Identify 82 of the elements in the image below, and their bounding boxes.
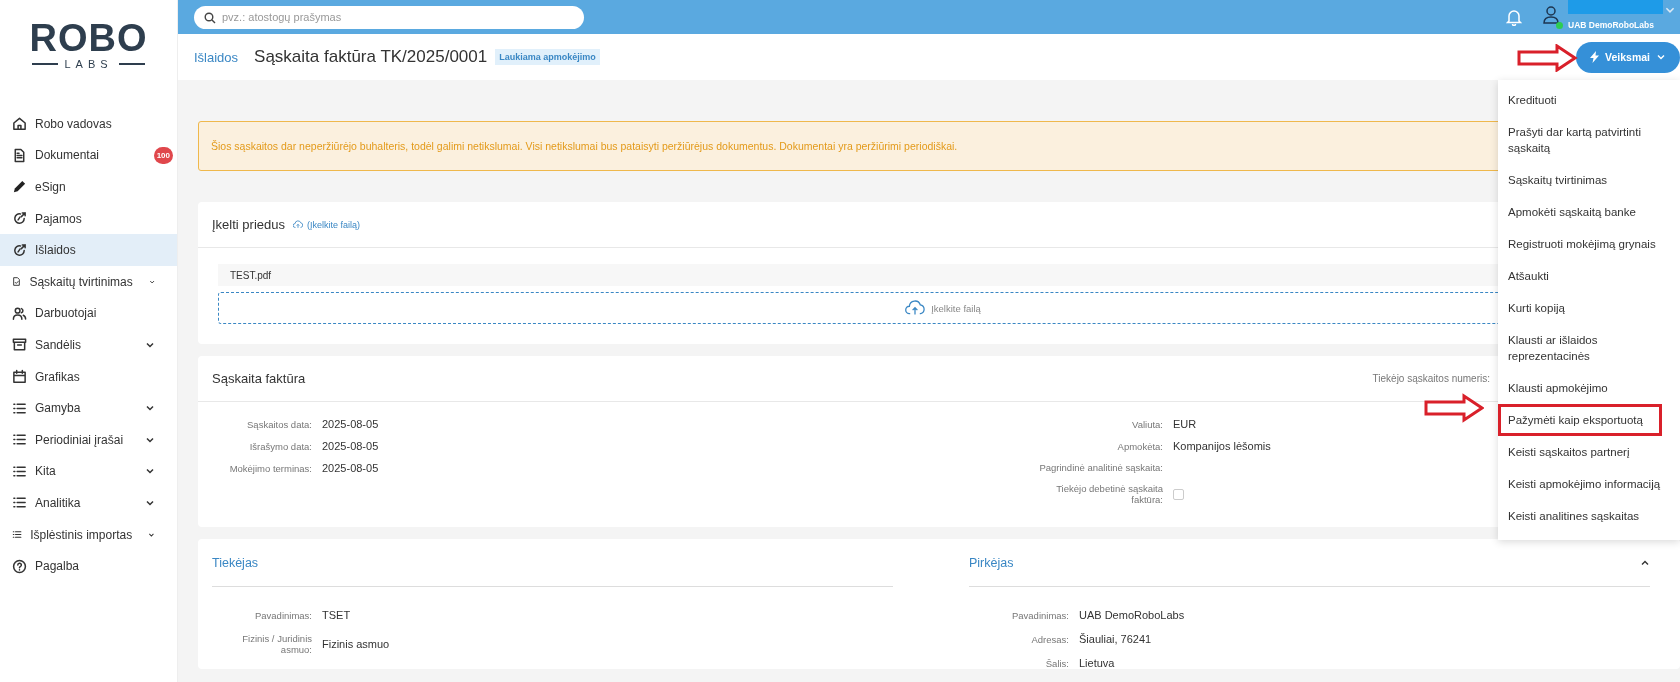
menu-item[interactable]: Klausti ar išlaidos reprezentacinės <box>1498 324 1680 372</box>
field-value: Kompanijos lėšomis <box>1173 440 1271 452</box>
sidebar-item[interactable]: Dokumentai 100 <box>0 139 177 172</box>
document-icon <box>12 147 27 163</box>
field-label: Pavadinimas: <box>1010 609 1069 621</box>
field-label: Išrašymo data: <box>248 440 312 452</box>
sidebar-item[interactable]: Robo vadovas <box>0 108 177 140</box>
field-label: Mokėjimo terminas: <box>228 462 312 474</box>
sidebar-item[interactable]: Periodiniai įrašai <box>0 423 177 456</box>
field-value: TSET <box>322 609 351 621</box>
sidebar-item[interactable]: Sąskaitų tvirtinimas <box>0 265 177 298</box>
sidebar-item[interactable]: Išplėstinis importas <box>0 518 177 551</box>
help-icon <box>12 558 27 574</box>
count-badge: 100 <box>153 146 173 164</box>
field-label: Tiekėjo debetinė sąskaita faktūra: <box>1055 483 1163 505</box>
circular-arrow-icon <box>12 211 27 227</box>
menu-item[interactable]: Pažymėti kaip eksportuotą <box>1498 404 1662 436</box>
field-label: Pavadinimas: <box>253 609 312 621</box>
field-value: Fizinis asmuo <box>322 638 390 650</box>
field-value: 2025-08-05 <box>322 462 379 474</box>
logo-subtitle: LABS <box>64 58 113 70</box>
field-label: Tiekėjo sąskaitos numeris: <box>1372 373 1490 384</box>
cloud-upload-icon <box>293 220 303 229</box>
field-label: Pagrindinė analitinė sąskaita: <box>1038 462 1163 473</box>
field-label: Sąskaitos data: <box>246 418 312 430</box>
section-title: Įkelti priedus <box>212 217 285 232</box>
field-label: Fizinis / Juridinis asmuo: <box>241 633 312 655</box>
home-icon <box>12 116 27 132</box>
status-badge: Laukiama apmokėjimo <box>495 49 600 65</box>
field-label: Šalis: <box>1044 657 1069 669</box>
sidebar-item[interactable]: Darbuotojai <box>0 297 177 330</box>
field-value: EUR <box>1173 418 1197 430</box>
calendar-icon <box>12 369 27 385</box>
field-label: Valiuta: <box>1131 418 1163 430</box>
menu-item[interactable]: Kredituoti <box>1498 84 1680 116</box>
lightning-icon <box>1590 51 1600 63</box>
menu-item[interactable]: Apmokėti sąskaitą banke <box>1498 196 1680 228</box>
menu-item[interactable]: Klausti apmokėjimo <box>1498 372 1680 404</box>
pen-icon <box>12 179 27 195</box>
file-name[interactable]: TEST.pdf <box>230 269 272 281</box>
sidebar-item[interactable]: Gamyba <box>0 392 177 424</box>
search-field[interactable]: pvz.: atostogų prašymas <box>194 5 584 29</box>
menu-item[interactable]: Registruoti mokėjimą grynais <box>1498 228 1680 260</box>
section-title: Tiekėjas <box>212 555 259 570</box>
warning-message: Šios sąskaitos dar neperžiūrėjo buhalteris, todėl galimi netikslumai. Visi netikslumai bus pataisyti peržiūrėjus dokumentus. Dokumentai yra peržiūrimi periodiškai. <box>211 140 958 152</box>
box-icon <box>12 337 27 353</box>
menu-item[interactable]: Prašyti dar kartą patvirtinti sąskaitą <box>1498 116 1680 164</box>
sidebar-item[interactable]: Pajamos <box>0 202 177 235</box>
menu-item[interactable]: Keisti analitines sąskaitas <box>1498 500 1680 532</box>
menu-item[interactable]: Sąskaitų tvirtinimas <box>1498 164 1680 196</box>
people-icon <box>12 305 27 321</box>
field-value: Lietuva <box>1079 657 1115 669</box>
sidebar-item[interactable]: Išlaidos <box>0 234 177 266</box>
menu-item[interactable]: Keisti apmokėjimo informaciją <box>1498 468 1680 500</box>
checkbox[interactable] <box>1173 488 1184 500</box>
sidebar-item[interactable]: Analitika <box>0 487 177 519</box>
field-value: 2025-08-05 <box>322 418 379 430</box>
menu-item[interactable]: Keisti sąskaitos partnerį <box>1498 436 1680 468</box>
field-label: Apmokėta: <box>1116 440 1163 452</box>
field-value: Šiauliai, 76241 <box>1079 633 1152 645</box>
upload-link[interactable]: (Įkelkite failą) <box>293 219 360 230</box>
sidebar-item[interactable]: Sandėlis <box>0 329 177 361</box>
cloud-upload-icon <box>905 300 926 316</box>
breadcrumb-link[interactable]: Išlaidos <box>194 49 239 65</box>
page-title: Sąskaita faktūra TK/2025/0001 <box>254 47 488 67</box>
sidebar-item[interactable]: Grafikas <box>0 360 177 393</box>
sidebar-item[interactable]: Pagalba <box>0 550 177 582</box>
field-value: 2025-08-05 <box>322 440 379 452</box>
section-title: Sąskaita faktūra <box>212 371 306 386</box>
menu-item[interactable]: Atšaukti <box>1498 260 1680 292</box>
logo-wordmark: ROBO <box>29 20 148 56</box>
sidebar-item[interactable]: eSign <box>0 171 177 203</box>
field-label: Adresas: <box>1030 633 1069 645</box>
sidebar-item[interactable]: Kita <box>0 455 177 488</box>
section-title: Pirkėjas <box>969 555 1014 570</box>
bell-icon[interactable] <box>1506 8 1522 26</box>
search-icon <box>204 11 216 24</box>
circular-arrow-icon <box>12 242 27 258</box>
pointer-arrow <box>1424 393 1484 423</box>
company-name: UAB DemoRoboLabs <box>1568 20 1655 30</box>
chevron-down-icon <box>1656 52 1666 62</box>
field-value: UAB DemoRoboLabs <box>1079 609 1185 621</box>
